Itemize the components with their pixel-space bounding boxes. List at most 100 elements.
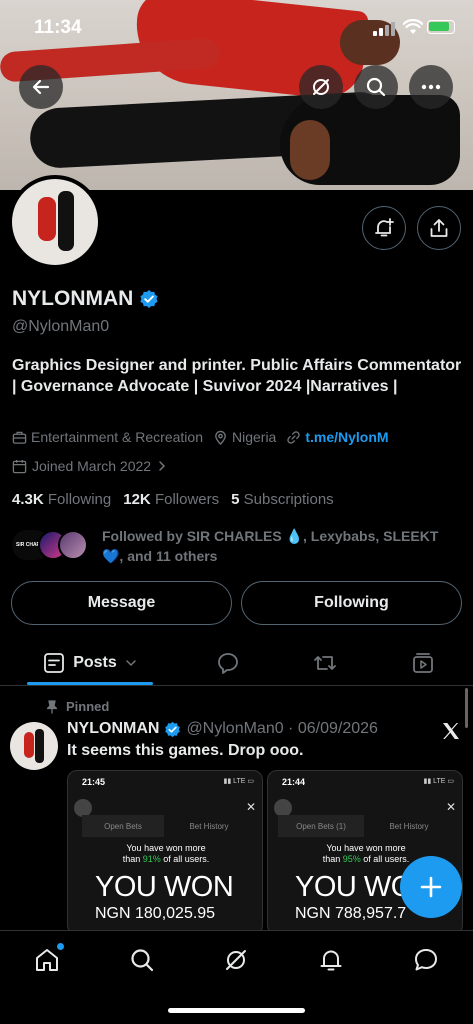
- link-item[interactable]: t.me/NylonM: [286, 429, 389, 445]
- image-2-status-icons: ▮▮ LTE ▭: [423, 778, 454, 785]
- reply-bubble-icon: [218, 653, 238, 674]
- location-pin-icon: [215, 430, 226, 445]
- scrollbar[interactable]: [465, 688, 468, 728]
- post-text: It seems this games. Drop ooo.: [67, 742, 304, 759]
- image-2-amount: NGN 788,957.7: [295, 905, 407, 922]
- tab-replies[interactable]: [210, 640, 246, 686]
- grok-button[interactable]: [299, 65, 343, 109]
- profile-stats: 4.3K Following 12K Followers 5 Subscript…: [12, 491, 334, 508]
- following-stat-label: Following: [47, 491, 112, 508]
- nav-notifications[interactable]: [316, 945, 346, 975]
- category-text: Entertainment & Recreation: [31, 429, 203, 445]
- nav-messages[interactable]: [411, 945, 441, 975]
- video-media-icon: [413, 653, 433, 673]
- image-1-won-text: You have won more than 91% of all users.: [68, 843, 262, 865]
- x-logo-icon[interactable]: [441, 721, 461, 741]
- back-button[interactable]: [19, 65, 63, 109]
- briefcase-icon: [12, 431, 27, 444]
- image-1-open-bets: Open Bets: [82, 815, 164, 837]
- image-1-headline: YOU WON: [95, 871, 234, 903]
- calendar-icon: [12, 459, 27, 473]
- followed-by-text: Followed by SIR CHARLES 💧, Lexybabs, SLE…: [102, 528, 439, 564]
- bell-icon: [320, 950, 342, 971]
- profile-handle: @NylonMan0: [12, 318, 110, 335]
- search-button[interactable]: [354, 65, 398, 109]
- status-time: 11:34: [34, 17, 82, 38]
- more-options-button[interactable]: [409, 65, 453, 109]
- image-2-time: 21:44: [282, 777, 306, 787]
- image-1-status-icons: ▮▮ LTE ▭: [223, 778, 254, 785]
- category-item: Entertainment & Recreation: [12, 429, 203, 445]
- post-image-1[interactable]: 21:45 ▮▮ LTE ▭ ✕ Open Bets Bet History Y…: [67, 770, 263, 935]
- share-icon: [430, 219, 448, 237]
- image-1-won-line1: You have won more: [126, 843, 206, 853]
- home-indicator[interactable]: [168, 1008, 305, 1013]
- followers-stat[interactable]: 12K Followers: [123, 491, 219, 508]
- image-2-won-post: of all users.: [360, 854, 410, 864]
- image-2-won-line1: You have won more: [326, 843, 406, 853]
- image-2-open-bets: Open Bets (1): [278, 815, 364, 837]
- joined-item[interactable]: Joined March 2022: [12, 458, 168, 474]
- message-button[interactable]: Message: [11, 581, 232, 625]
- subscriptions-stat-label: Subscriptions: [243, 491, 334, 508]
- image-1-won-pre: than: [122, 854, 143, 864]
- post-author-name[interactable]: NYLONMAN: [67, 720, 159, 738]
- following-count: 4.3K: [12, 491, 44, 508]
- more-dots-icon: [421, 84, 441, 90]
- cellular-signal-icon: [373, 22, 395, 36]
- wifi-icon: [403, 19, 423, 34]
- mini-avatar-3: [58, 530, 88, 560]
- image-2-won-pct: 95%: [342, 854, 361, 864]
- post-handle-date: @NylonMan0 · 06/09/2026: [186, 720, 378, 737]
- link-icon: [287, 430, 301, 444]
- following-button[interactable]: Following: [241, 581, 462, 625]
- profile-bio: Graphics Designer and printer. Public Af…: [12, 357, 462, 395]
- status-bar: 11:34: [0, 0, 473, 58]
- profile-name: NYLONMAN: [12, 287, 159, 311]
- grok-icon: [313, 79, 329, 95]
- search-icon: [131, 949, 154, 972]
- notify-button[interactable]: [362, 206, 406, 250]
- followers-stat-label: Followers: [154, 491, 220, 508]
- pinned-label: Pinned: [66, 699, 110, 714]
- posts-icon: [44, 653, 65, 673]
- profile-avatar[interactable]: [8, 175, 102, 269]
- bell-plus-icon: [375, 218, 394, 237]
- post-author-avatar[interactable]: [10, 722, 58, 770]
- battery-icon: [427, 20, 455, 34]
- profile-link[interactable]: t.me/NylonM: [305, 429, 388, 445]
- search-icon: [366, 77, 386, 97]
- image-2-bet-history: Bet History: [389, 821, 429, 831]
- profile-name-text: NYLONMAN: [12, 287, 134, 310]
- repost-icon: [314, 656, 336, 670]
- verified-badge-icon: [165, 721, 181, 737]
- plus-icon: [420, 876, 442, 898]
- tab-media[interactable]: [405, 640, 441, 686]
- home-notification-dot: [57, 943, 64, 950]
- nav-search[interactable]: [127, 945, 157, 975]
- image-1-time: 21:45: [82, 777, 106, 787]
- profile-meta: Entertainment & Recreation Nigeria t.me/…: [12, 429, 389, 445]
- nav-home[interactable]: [32, 943, 64, 975]
- share-button[interactable]: [417, 206, 461, 250]
- followers-count: 12K: [123, 491, 151, 508]
- tab-posts[interactable]: Posts: [27, 640, 153, 686]
- image-1-bet-history: Bet History: [189, 821, 229, 831]
- location-text: Nigeria: [231, 429, 277, 445]
- tab-reposts[interactable]: [307, 640, 343, 686]
- image-1-won-post: of all users.: [160, 854, 210, 864]
- pin-icon: [46, 699, 58, 713]
- following-stat[interactable]: 4.3K Following: [12, 491, 111, 508]
- compose-post-button[interactable]: [400, 856, 462, 918]
- close-icon: ✕: [245, 800, 256, 814]
- message-bubble-icon: [415, 949, 437, 971]
- subscriptions-count: 5: [231, 491, 240, 508]
- subscriptions-stat[interactable]: 5 Subscriptions: [231, 491, 334, 508]
- nav-grok[interactable]: [221, 945, 251, 975]
- pinned-indicator: Pinned: [46, 699, 109, 714]
- close-icon: ✕: [445, 800, 456, 814]
- tab-posts-label: Posts: [73, 654, 117, 671]
- followed-by[interactable]: SIR CHARLES Followed by SIR CHARLES 💧, L…: [12, 526, 457, 566]
- joined-text: Joined March 2022: [32, 458, 152, 474]
- verified-badge-icon[interactable]: [139, 289, 159, 309]
